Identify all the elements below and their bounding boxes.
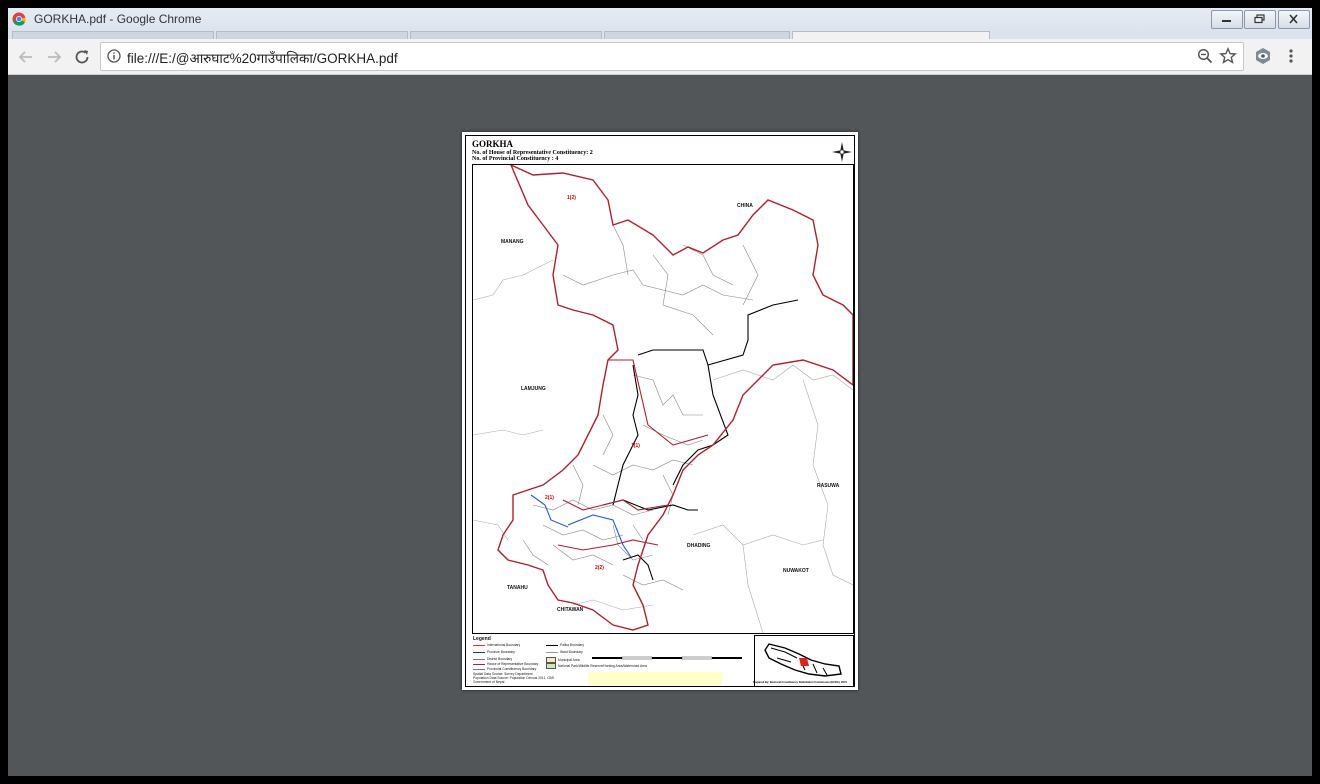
map-title: GORKHA [472, 139, 514, 149]
label-constituency-1-2: 1(2) [567, 195, 576, 201]
toolbar: file:///E:/@आरुघाट%20गाउँपालिका/GORKHA.p… [8, 39, 1312, 75]
label-china: CHINA [737, 203, 753, 209]
label-tanahu: TANAHU [507, 585, 528, 591]
label-rasuwa: RASUWA [817, 483, 840, 489]
label-lamjung: LAMJUNG [521, 386, 546, 392]
close-button[interactable] [1278, 10, 1310, 29]
address-bar[interactable]: file:///E:/@आरुघाट%20गाउँपालिका/GORKHA.p… [100, 42, 1244, 71]
nepal-locator-map [764, 643, 842, 677]
window-title: GORKHA.pdf - Google Chrome [34, 12, 202, 26]
prepared-by: Prepared By: Electoral Constituency Deli… [753, 681, 847, 684]
label-chitawan: CHITAWAN [557, 607, 584, 613]
pdf-viewer[interactable]: GORKHA No. of House of Representative Co… [8, 75, 1312, 776]
legend-title: Legend [473, 636, 491, 642]
legend-item: Provincial Constituency Boundary [473, 667, 536, 671]
minimize-button[interactable] [1211, 10, 1243, 29]
legend-item: International Boundary [473, 643, 520, 647]
browser-window: GORKHA.pdf - Google Chrome file:///E:/@आ… [8, 8, 1312, 776]
label-dhading: DHADING [687, 543, 711, 549]
pdf-page: GORKHA No. of House of Representative Co… [462, 132, 858, 690]
label-manang: MANANG [501, 239, 524, 245]
label-nuwakot: NUWAKOT [783, 568, 809, 574]
scale-bar [592, 656, 742, 660]
legend-govt: Government of Nepal [473, 680, 505, 684]
legend-item: Province Boundary [473, 650, 515, 654]
minimize-icon [1222, 20, 1231, 22]
restore-icon [1254, 14, 1265, 24]
tab-strip [8, 30, 1312, 40]
close-icon [1289, 14, 1298, 24]
chrome-logo-icon [12, 12, 26, 26]
district-map [473, 165, 853, 633]
map-sheet: GORKHA No. of House of Representative Co… [465, 135, 855, 687]
legend-item: District Boundary [473, 657, 512, 661]
extension-eye-icon[interactable] [1254, 47, 1272, 65]
nepal-inset-map: Prepared By: Electoral Constituency Deli… [753, 635, 854, 687]
label-constituency-1-1: 1(1) [631, 443, 640, 449]
menu-dots-icon[interactable] [1288, 48, 1294, 64]
map-frame: CHINA MANANG LAMJUNG RASUWA DHADING NUWA… [472, 164, 854, 634]
note-box [588, 672, 722, 686]
label-constituency-2-2: 2(2) [595, 565, 604, 571]
label-constituency-2-1: 2(1) [545, 495, 554, 501]
forward-arrow-icon[interactable] [44, 47, 64, 67]
back-arrow-icon[interactable] [16, 47, 36, 67]
url-text[interactable]: file:///E:/@आरुघाट%20गाउँपालिका/GORKHA.p… [127, 49, 398, 67]
legend-item: Ward Boundary [546, 650, 583, 654]
info-icon[interactable] [107, 49, 121, 63]
zoom-out-icon[interactable] [1197, 48, 1213, 64]
legend-item: National Park/Wildlife Reserve/Hunting A… [546, 663, 647, 669]
restore-button[interactable] [1244, 10, 1276, 29]
legend-item: Palika Boundary [546, 643, 584, 647]
north-arrow-icon [832, 142, 852, 162]
bookmark-star-icon[interactable] [1219, 47, 1237, 65]
provincial-constituency-count: No. of Provincial Constituency : 4 [472, 156, 559, 162]
legend-item: House of Representative Boundary [473, 662, 538, 666]
reload-icon[interactable] [72, 47, 92, 67]
